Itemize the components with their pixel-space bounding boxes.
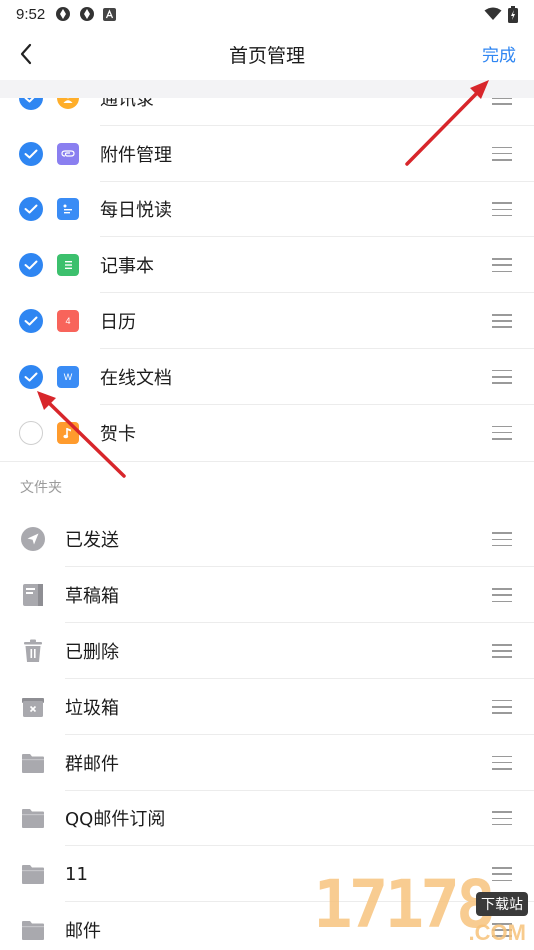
- folder-row-group-mail[interactable]: 群邮件: [0, 735, 534, 791]
- drag-handle-icon[interactable]: [492, 811, 512, 826]
- app-checkbox[interactable]: [19, 309, 43, 334]
- doc-icon: W: [57, 365, 79, 388]
- folder-icon: [21, 751, 45, 775]
- folder-row-drafts[interactable]: 草稿箱: [0, 567, 534, 624]
- chevron-left-icon: [20, 43, 32, 65]
- app-label: 每日悦读: [100, 200, 172, 222]
- drag-handle-icon[interactable]: [492, 588, 512, 603]
- folder-label: 草稿箱: [65, 586, 119, 608]
- wifi-icon: [484, 7, 502, 20]
- folder-row-sent[interactable]: 已发送: [0, 512, 534, 568]
- drag-handle-icon[interactable]: [492, 532, 512, 547]
- app-checkbox[interactable]: [19, 197, 43, 222]
- attachment-icon: [57, 142, 79, 165]
- watermark-domain: .COM: [468, 920, 526, 945]
- app-checkbox[interactable]: [19, 420, 43, 445]
- spam-icon: [21, 695, 45, 719]
- folder-label: 邮件: [65, 921, 101, 943]
- app-label: 贺卡: [100, 423, 136, 445]
- status-bar: 9:52: [0, 0, 534, 28]
- drag-handle-icon[interactable]: [492, 98, 512, 105]
- app-checkbox[interactable]: [19, 364, 43, 389]
- app-row-contacts[interactable]: 通讯录: [0, 98, 534, 126]
- drag-handle-icon[interactable]: [492, 644, 512, 659]
- contacts-icon: [57, 98, 79, 109]
- trash-icon: [21, 639, 45, 663]
- status-time: 9:52: [16, 5, 46, 23]
- drag-handle-icon[interactable]: [492, 258, 512, 273]
- app-row-greeting-card[interactable]: 贺卡: [0, 405, 534, 461]
- folder-icon: [21, 918, 45, 942]
- sent-icon: [21, 527, 45, 552]
- watermark-digits: 17178: [313, 866, 496, 943]
- home-management-list[interactable]: 通讯录 附件管理 每日悦读 记事本 4 日历 W 在线文档 贺卡 文件夹 已发送…: [0, 98, 534, 950]
- folder-label: 11: [65, 863, 88, 885]
- music-card-icon: [57, 421, 79, 444]
- drag-handle-icon[interactable]: [492, 369, 512, 384]
- drag-handle-icon[interactable]: [492, 202, 512, 217]
- app-notification-icon: [56, 7, 71, 21]
- section-header-folders: 文件夹: [20, 479, 62, 496]
- app-row-daily-reading[interactable]: 每日悦读: [0, 182, 534, 238]
- folder-icon: [21, 806, 45, 830]
- app-notification-icon: [80, 7, 95, 21]
- done-button[interactable]: 完成: [482, 41, 516, 66]
- folder-label: 已删除: [65, 642, 119, 664]
- drag-handle-icon[interactable]: [492, 755, 512, 770]
- folder-label: QQ邮件订阅: [65, 809, 166, 831]
- app-label: 通讯录: [100, 98, 154, 110]
- reading-icon: [57, 198, 79, 221]
- app-label: 日历: [100, 312, 136, 334]
- page-title: 首页管理: [228, 44, 305, 67]
- drag-handle-icon[interactable]: [492, 146, 512, 161]
- folder-label: 群邮件: [65, 753, 119, 775]
- checkmark-icon: [24, 98, 35, 103]
- drag-handle-icon[interactable]: [492, 425, 512, 440]
- app-checkbox[interactable]: [19, 98, 43, 110]
- drag-handle-icon[interactable]: [492, 314, 512, 329]
- app-label: 附件管理: [100, 144, 172, 166]
- app-checkbox[interactable]: [19, 141, 43, 166]
- drafts-icon: [21, 583, 45, 607]
- back-button[interactable]: [10, 38, 42, 70]
- checkmark-icon: [24, 149, 38, 159]
- folder-row-deleted[interactable]: 已删除: [0, 623, 534, 679]
- app-row-notebook[interactable]: 记事本: [0, 237, 534, 294]
- drag-handle-icon[interactable]: [492, 699, 512, 714]
- watermark-badge: 下载站: [476, 892, 528, 916]
- checkmark-icon: [24, 204, 38, 214]
- calendar-icon: 4: [57, 310, 79, 333]
- app-label: 在线文档: [100, 367, 172, 389]
- app-row-online-docs[interactable]: W 在线文档: [0, 349, 534, 405]
- checkmark-icon: [24, 316, 38, 326]
- battery-icon: [508, 5, 518, 23]
- text-notification-icon: [103, 7, 117, 21]
- app-row-attachments[interactable]: 附件管理: [0, 126, 534, 182]
- checkmark-icon: [24, 260, 38, 270]
- folder-icon: [21, 862, 45, 886]
- app-checkbox[interactable]: [19, 253, 43, 278]
- app-row-calendar[interactable]: 4 日历: [0, 293, 534, 349]
- header-separator: [0, 80, 534, 98]
- top-app-bar: 首页管理 完成: [0, 28, 534, 80]
- app-label: 记事本: [100, 256, 154, 278]
- checkmark-icon: [24, 372, 38, 382]
- folder-label: 垃圾箱: [65, 697, 119, 719]
- site-watermark: 17178 下载站 .COM: [305, 862, 534, 950]
- folder-row-qq-subscription[interactable]: QQ邮件订阅: [0, 791, 534, 847]
- notebook-icon: [57, 254, 79, 277]
- folder-row-spam[interactable]: 垃圾箱: [0, 679, 534, 735]
- folder-label: 已发送: [65, 530, 119, 552]
